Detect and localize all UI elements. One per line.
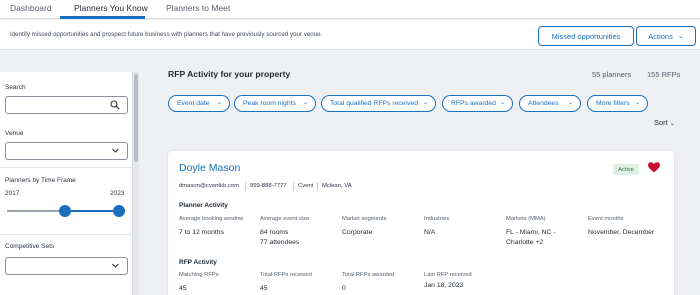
search-input[interactable] <box>5 96 128 114</box>
total-rfps-received-value: 45 <box>260 285 268 292</box>
status-badge: Active <box>613 164 639 175</box>
planners-count: 55 planners <box>592 70 632 79</box>
markets-header: Markets (MMA) <box>506 216 546 222</box>
timeframe-slider-range <box>65 210 120 212</box>
top-nav: Dashboard Planners You Know Planners to … <box>0 0 700 19</box>
chevron-down-icon: ⌄ <box>216 100 222 106</box>
planner-email: dmason@cventkb.com <box>179 183 240 189</box>
filter-label: Attendees <box>528 100 559 107</box>
page-description: Identify missed opportunities and prospe… <box>10 31 323 38</box>
chevron-down-icon: ⌄ <box>422 100 428 106</box>
industries-header: Industries <box>424 216 450 222</box>
matching-rfps-header: Matching RFPs <box>179 272 219 278</box>
missed-opportunities-label: Missed opportunities <box>551 31 621 41</box>
chevron-down-icon: ⌄ <box>677 33 684 40</box>
filter-label: Event date <box>177 100 210 107</box>
last-rfp-received-header: Last RFP received <box>424 272 472 278</box>
planner-location: Mclean, VA <box>322 183 352 189</box>
total-rfps-received-header: Total RFPs received <box>260 272 312 278</box>
planner-phone: 999-888-7777 <box>250 183 287 189</box>
competitive-sets-label: Competitive Sets <box>5 243 55 250</box>
filter-attendees[interactable]: Attendees ⌄ <box>519 95 581 112</box>
rfp-activity-title: RFP Activity <box>179 259 217 266</box>
filter-peak-room-nights[interactable]: Peak room nights ⌄ <box>234 95 316 112</box>
matching-rfps-value: 45 <box>179 285 187 292</box>
total-rfps-awarded-value: 0 <box>342 285 346 292</box>
last-rfp-received-value: Jan 18, 2023 <box>424 282 464 289</box>
chevron-down-icon: ⌄ <box>634 100 640 106</box>
venue-select[interactable] <box>5 142 128 160</box>
filter-rfps-awarded[interactable]: RFPs awarded ⌄ <box>442 95 513 112</box>
chevron-down-icon <box>111 146 120 158</box>
planner-company: Cvent <box>298 183 314 189</box>
timeframe-end-year: 2023 <box>110 190 125 197</box>
avg-event-size-header: Average event size <box>260 216 310 222</box>
chevron-down-icon <box>111 261 120 273</box>
filter-label: Total qualified RFPs received <box>330 100 419 107</box>
chevron-down-icon: ⌄ <box>669 121 675 127</box>
planner-name-link[interactable]: Doyle Mason <box>179 162 240 174</box>
filter-label: More filters <box>596 100 630 107</box>
industries-value: N/A <box>424 229 436 236</box>
sort-label: Sort <box>654 118 668 127</box>
sort-dropdown[interactable]: Sort ⌄ <box>654 118 675 127</box>
timeframe-label: Planners by Time Frame <box>5 177 76 184</box>
avg-booking-window-value: 7 to 12 months <box>179 229 224 236</box>
filter-total-qualified-rfps[interactable]: Total qualified RFPs received ⌄ <box>321 95 436 112</box>
filter-label: RFPs awarded <box>451 100 496 107</box>
total-rfps-awarded-header: Total RFPs awarded <box>342 272 395 278</box>
chevron-down-icon: ⌄ <box>567 100 573 106</box>
avg-event-size-attendees: 77 attendees <box>260 239 300 246</box>
chevron-down-icon: ⌄ <box>302 100 308 106</box>
filter-more-filters[interactable]: More filters ⌄ <box>587 95 648 112</box>
planner-card <box>168 151 674 295</box>
sidebar-divider <box>0 167 133 168</box>
avg-event-size-rooms: 84 rooms <box>260 229 289 236</box>
active-tab-indicator <box>60 16 145 19</box>
filter-label: Peak room nights <box>243 100 296 107</box>
sidebar-divider <box>0 234 133 235</box>
contact-separator <box>293 182 294 191</box>
actions-button[interactable]: Actions ⌄ <box>636 26 696 46</box>
rfps-count: 155 RFPs <box>647 70 681 79</box>
tab-planners-to-meet[interactable]: Planners to Meet <box>166 3 230 13</box>
planner-activity-title: Planner Activity <box>179 202 228 209</box>
contact-separator <box>245 182 246 191</box>
heart-icon[interactable] <box>647 160 663 176</box>
avg-booking-window-header: Average booking window <box>179 216 244 222</box>
filter-event-date[interactable]: Event date ⌄ <box>168 95 230 112</box>
event-months-header: Event months <box>588 216 624 222</box>
event-months-value: November, December <box>588 229 655 236</box>
missed-opportunities-button[interactable]: Missed opportunities <box>538 26 634 46</box>
markets-value-line1: FL - Miami, NC - <box>506 229 556 236</box>
section-title: RFP Activity for your property <box>168 69 291 79</box>
market-segments-header: Market segments <box>342 216 387 222</box>
search-icon[interactable] <box>110 100 120 113</box>
timeframe-slider-end-handle[interactable] <box>113 205 125 217</box>
chevron-down-icon: ⌄ <box>499 100 505 106</box>
market-segments-value: Corporate <box>342 229 373 236</box>
actions-label: Actions <box>648 31 673 41</box>
competitive-sets-select[interactable] <box>5 257 128 275</box>
markets-value-line2: Charlotte +2 <box>506 239 544 246</box>
venue-label: Venue <box>5 130 24 137</box>
contact-separator <box>317 182 318 191</box>
tab-dashboard[interactable]: Dashboard <box>10 3 52 13</box>
timeframe-start-year: 2017 <box>5 190 20 197</box>
page-header: Identify missed opportunities and prospe… <box>0 20 700 50</box>
sidebar-scrollbar-thumb[interactable] <box>134 74 138 162</box>
timeframe-slider-start-handle[interactable] <box>59 205 71 217</box>
tab-planners-you-know[interactable]: Planners You Know <box>74 3 148 13</box>
search-label: Search <box>5 84 26 91</box>
